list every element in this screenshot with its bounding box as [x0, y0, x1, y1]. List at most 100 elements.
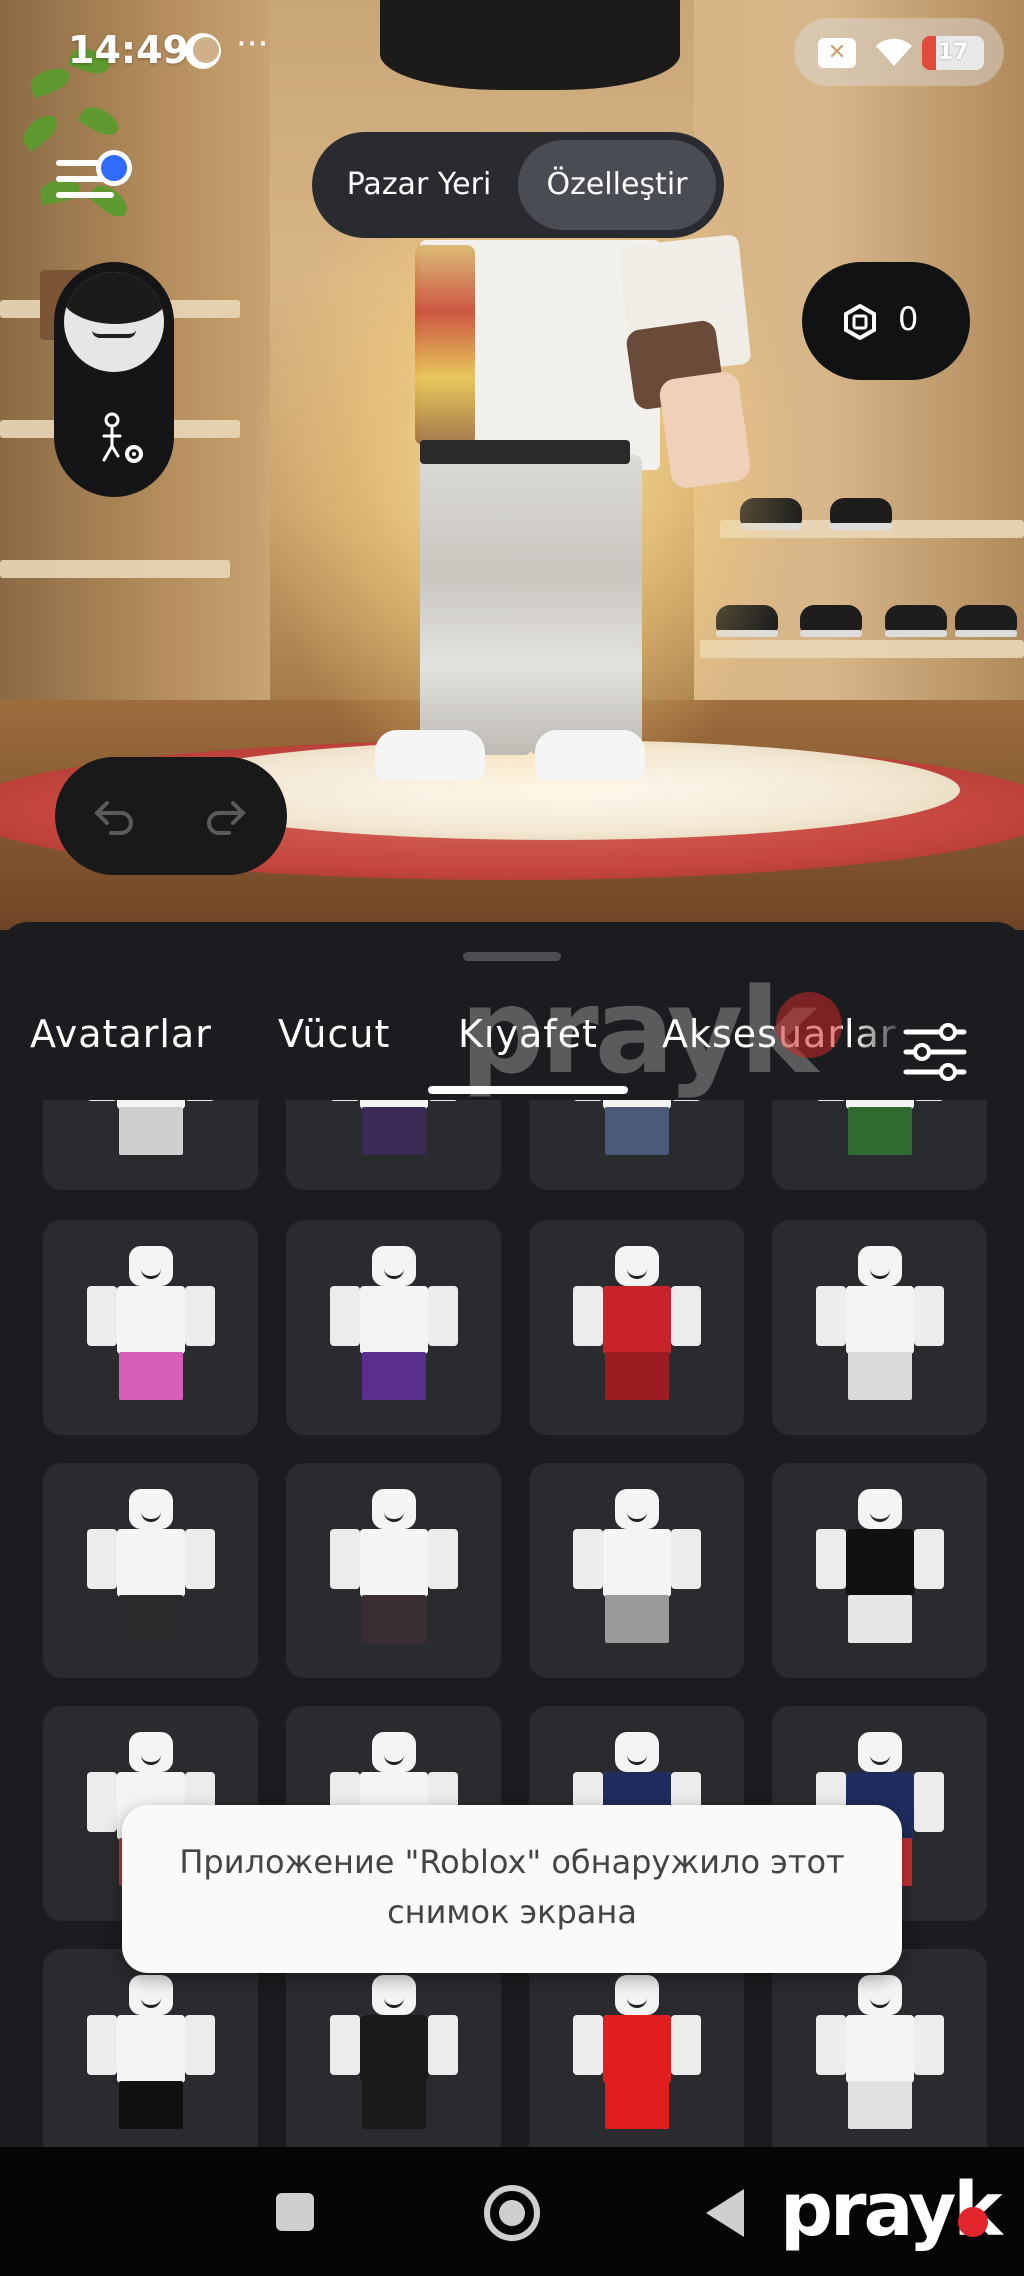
undo-redo-bar — [55, 757, 287, 875]
clothing-item[interactable] — [286, 1100, 501, 1190]
filter-icon[interactable] — [900, 1022, 970, 1082]
rig-shirt — [845, 1529, 914, 1597]
avatar-hand — [657, 369, 753, 491]
status-bar: 14:49 ··· ✕ 17 — [0, 0, 1024, 100]
clothing-preview-rig — [86, 1100, 215, 1161]
clothing-item[interactable] — [772, 1100, 987, 1190]
rig-armL — [329, 1529, 360, 1589]
rig-shirt — [116, 1529, 185, 1597]
clothing-item[interactable] — [43, 1220, 258, 1435]
rig-head — [371, 1975, 416, 2015]
rig-armR — [427, 2015, 458, 2075]
clothing-item[interactable] — [529, 1100, 744, 1190]
rig-armL — [329, 1100, 360, 1101]
clothing-item[interactable] — [772, 1220, 987, 1435]
avatar-preview-scene[interactable]: 14:49 ··· ✕ 17 Pazar Yeri Özelleştir 0 — [0, 0, 1024, 930]
back-button[interactable] — [706, 2189, 744, 2237]
rig-armL — [86, 1529, 117, 1589]
rig-armR — [670, 1286, 701, 1346]
clothing-item[interactable] — [772, 1463, 987, 1678]
home-button[interactable] — [484, 2185, 540, 2241]
clothing-item[interactable] — [43, 1463, 258, 1678]
battery-level: 17 — [937, 40, 969, 65]
sheet-drag-handle[interactable] — [463, 952, 561, 961]
watermark-dot — [776, 992, 842, 1058]
rig-legs — [604, 2081, 669, 2129]
rig-head — [614, 1732, 659, 1772]
rig-head — [128, 1489, 173, 1529]
clothing-preview-rig — [815, 1975, 944, 2135]
mode-segmented-control: Pazar Yeri Özelleştir — [312, 132, 724, 238]
rig-armL — [572, 1529, 603, 1589]
rig-head — [128, 1246, 173, 1286]
rig-armL — [815, 2015, 846, 2075]
rig-armR — [184, 1286, 215, 1346]
rig-armR — [184, 2015, 215, 2075]
clothing-item[interactable] — [529, 1220, 744, 1435]
shoe-display — [830, 498, 892, 530]
undo-icon[interactable] — [91, 795, 137, 835]
robux-balance-button[interactable]: 0 — [802, 262, 970, 380]
rig-shirt — [845, 2015, 914, 2083]
rig-armR — [913, 2015, 944, 2075]
avatar-headshot[interactable] — [64, 272, 164, 372]
rig-legs — [118, 2081, 183, 2129]
rig-armL — [815, 1100, 846, 1101]
rig-armL — [86, 2015, 117, 2075]
status-icons-group: ✕ 17 — [794, 18, 1004, 86]
clothing-item[interactable] — [529, 1463, 744, 1678]
avatar-settings-icon[interactable] — [90, 410, 150, 470]
shoe-display — [955, 605, 1017, 637]
tab-avatars[interactable]: Avatarlar — [30, 1012, 212, 1056]
rig-shirt — [116, 1286, 185, 1354]
clothing-preview-rig — [815, 1100, 944, 1161]
rig-head — [371, 1732, 416, 1772]
clothing-preview-rig — [86, 1489, 215, 1649]
rig-head — [614, 1975, 659, 2015]
screenshot-toast: Приложение "Roblox" обнаружило этот сним… — [122, 1805, 902, 1973]
clothing-item[interactable] — [772, 1949, 987, 2147]
segment-customize[interactable]: Özelleştir — [518, 140, 716, 230]
rig-legs — [118, 1107, 183, 1155]
rig-armR — [184, 1529, 215, 1589]
avatar-shoe-right — [535, 730, 645, 780]
robux-icon — [844, 304, 876, 340]
rig-head — [614, 1489, 659, 1529]
clothing-item[interactable] — [286, 1220, 501, 1435]
segment-marketplace[interactable]: Pazar Yeri — [320, 140, 518, 230]
clothing-preview-rig — [572, 1975, 701, 2135]
rig-armR — [913, 1529, 944, 1589]
rig-head — [371, 1246, 416, 1286]
headshot-hair — [64, 272, 164, 324]
rig-armR — [427, 1100, 458, 1101]
clothing-preview-rig — [86, 1246, 215, 1406]
rig-shirt — [359, 1529, 428, 1597]
rig-armR — [913, 1772, 944, 1832]
watermark-text: prayk — [460, 962, 818, 1100]
rig-armR — [670, 1100, 701, 1101]
robux-count: 0 — [898, 300, 919, 338]
rig-shirt — [359, 1286, 428, 1354]
clothing-preview-rig — [815, 1489, 944, 1649]
recent-apps-button[interactable] — [276, 2193, 314, 2231]
rig-head — [128, 1732, 173, 1772]
clothing-item[interactable] — [43, 1949, 258, 2147]
clothing-item[interactable] — [286, 1949, 501, 2147]
clothing-item[interactable] — [43, 1100, 258, 1190]
redo-icon[interactable] — [203, 795, 249, 835]
clothing-preview-rig — [329, 1489, 458, 1649]
rig-legs — [604, 1595, 669, 1643]
rig-head — [614, 1246, 659, 1286]
clothing-preview-rig — [86, 1975, 215, 2135]
clothing-item[interactable] — [529, 1949, 744, 2147]
clothing-item[interactable] — [286, 1463, 501, 1678]
rig-legs — [118, 1595, 183, 1643]
headshot-face — [92, 330, 136, 338]
tab-body[interactable]: Vücut — [278, 1012, 390, 1056]
clothing-preview-rig — [329, 1100, 458, 1161]
rig-head — [857, 1732, 902, 1772]
rig-shirt — [359, 2015, 428, 2083]
rig-shirt — [602, 1286, 671, 1354]
clothing-preview-rig — [572, 1489, 701, 1649]
avatar-character[interactable] — [375, 0, 760, 790]
